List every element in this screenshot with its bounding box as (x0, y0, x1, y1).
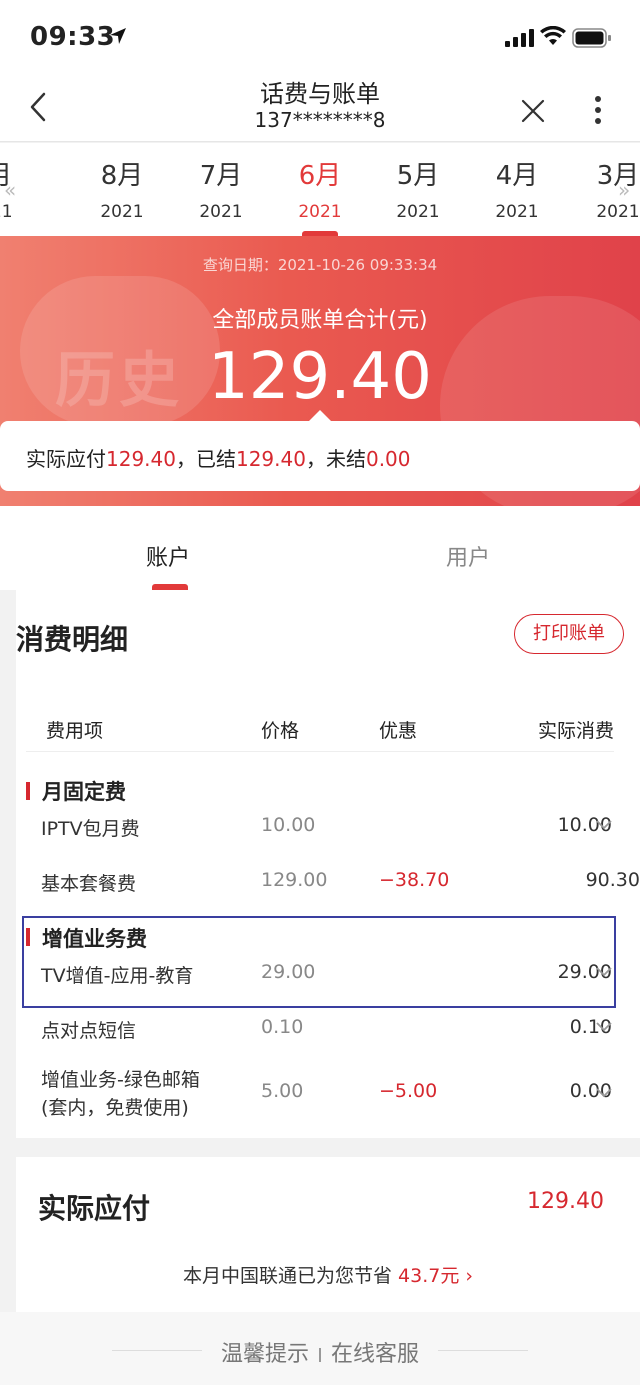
row-name-line1: 增值业务-绿色邮箱 (41, 1069, 200, 1091)
status-bar: 09:33 (0, 0, 640, 70)
battery-icon (572, 28, 611, 48)
nav-bar: 话费与账单 137********8 (0, 70, 640, 142)
location-arrow-icon (110, 28, 126, 44)
actual-payment-card: 实际应付 129.40 本月中国联通已为您节省 43.7元 › (16, 1157, 640, 1312)
footer: 温馨提示 在线客服 (0, 1312, 640, 1385)
saving-text: 本月中国联通已为您节省 (182, 1265, 392, 1287)
month-item[interactable]: 8月 2021 (77, 155, 167, 222)
chevron-down-icon[interactable] (594, 1082, 614, 1102)
settled-label: ，已结 (175, 447, 236, 471)
status-time: 09:33 (30, 22, 116, 52)
settled-value: 129.40 (235, 447, 306, 471)
chevron-right-icon: › (465, 1265, 474, 1287)
row-name-line2: (套内，免费使用) (41, 1097, 189, 1119)
saving-note[interactable]: 本月中国联通已为您节省 43.7元 › (16, 1261, 640, 1288)
saving-amount: 43.7元 (398, 1265, 460, 1287)
wifi-icon (540, 26, 566, 45)
query-date: 查询日期：2021-10-26 09:33:34 (202, 256, 438, 274)
table-header: 费用项 价格 优惠 实际消费 (26, 702, 614, 752)
month-item[interactable]: 7月 2021 (176, 155, 266, 222)
total-label: 全部成员账单合计(元) (212, 308, 428, 333)
actual-payment-label: 实际应付 (38, 1192, 151, 1225)
month-item[interactable]: 5月 2021 (373, 155, 463, 222)
print-bill-button[interactable]: 打印账单 (514, 614, 624, 654)
tab-account[interactable]: 账户 (146, 540, 190, 572)
tab-bar: 账户 用户 (0, 506, 640, 590)
col-discount: 优惠 (379, 720, 418, 742)
actual-payment-amount: 129.40 (527, 1189, 604, 1214)
details-title: 消费明细 (16, 623, 129, 656)
payable-value: 129.40 (106, 447, 176, 471)
highlight-box (22, 916, 616, 1008)
col-price: 价格 (261, 720, 300, 742)
consumption-details: 消费明细 打印账单 费用项 价格 优惠 实际消费 月固定费 IPTV包月费 10… (16, 590, 640, 1138)
tab-user[interactable]: 用户 (446, 540, 490, 572)
month-selector: 9月2021 8月2021 7月2021 6月2021 5月2021 4月202… (0, 143, 640, 236)
separator (319, 1348, 321, 1362)
unsettled-value: 0.00 (365, 447, 411, 471)
group-marker (26, 782, 30, 800)
col-item: 费用项 (46, 720, 104, 742)
scroll-right-icon[interactable]: » (618, 178, 630, 202)
total-amount: 129.40 (208, 340, 432, 414)
more-options-icon[interactable] (592, 94, 604, 128)
group-monthly-fee: 月固定费 (42, 780, 126, 804)
unsettled-label: ，未结 (305, 447, 366, 471)
pointer-notch (309, 410, 331, 421)
tips-link[interactable]: 温馨提示 (221, 1342, 309, 1367)
online-service-link[interactable]: 在线客服 (331, 1342, 419, 1367)
chevron-down-icon[interactable] (594, 814, 614, 834)
month-item-selected[interactable]: 6月 2021 (275, 155, 365, 222)
payable-label: 实际应付 (26, 447, 106, 471)
payment-summary: 实际应付129.40，已结129.40，未结0.00 (0, 421, 640, 491)
cellular-signal-icon (505, 29, 534, 47)
col-actual: 实际消费 (537, 720, 614, 742)
month-item[interactable]: 4月 2021 (472, 155, 562, 222)
scroll-left-icon[interactable]: « (4, 178, 16, 202)
close-icon[interactable] (518, 96, 548, 126)
chevron-down-icon[interactable] (594, 1016, 614, 1036)
